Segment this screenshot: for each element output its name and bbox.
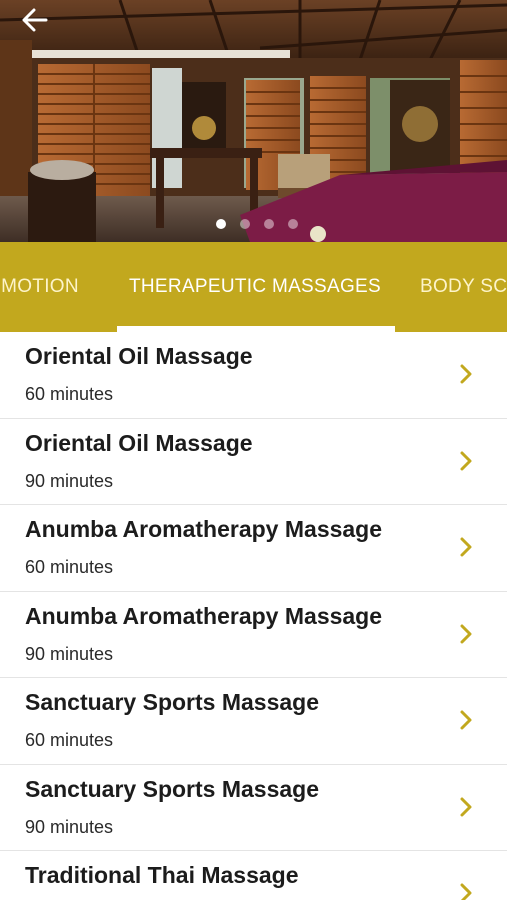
tab-therapeutic-massages[interactable]: THERAPEUTIC MASSAGES	[129, 242, 381, 332]
treatment-row[interactable]: Anumba Aromatherapy Massage 90 minutes	[0, 592, 507, 678]
carousel-dot[interactable]	[263, 219, 274, 229]
spa-room-photo	[0, 0, 507, 242]
back-button[interactable]	[22, 8, 58, 44]
carousel-dot[interactable]	[239, 219, 250, 229]
treatment-name: Oriental Oil Massage	[25, 429, 253, 456]
hero-image	[0, 0, 507, 242]
chevron-right-icon	[460, 364, 472, 384]
treatment-row[interactable]: Oriental Oil Massage 60 minutes	[0, 332, 507, 419]
treatment-duration: 60 minutes	[25, 384, 114, 404]
chevron-right-icon	[460, 710, 472, 730]
chevron-right-icon	[460, 883, 472, 900]
treatment-name: Sanctuary Sports Massage	[25, 689, 320, 715]
chevron-right-icon	[460, 797, 472, 816]
category-tab-bar: OMOTION THERAPEUTIC MASSAGES BODY SC	[0, 242, 507, 332]
treatment-duration: 60 minutes	[25, 557, 114, 577]
treatment-name: Sanctuary Sports Massage	[25, 775, 320, 802]
carousel-page-indicator	[0, 219, 507, 229]
treatment-duration: 90 minutes	[25, 816, 114, 837]
tab-promotion[interactable]: OMOTION	[0, 242, 79, 332]
carousel-dot[interactable]	[287, 219, 298, 229]
treatment-name: Anumba Aromatherapy Massage	[25, 516, 383, 542]
treatment-row[interactable]: Sanctuary Sports Massage 60 minutes	[0, 678, 507, 765]
chevron-right-icon	[460, 537, 472, 557]
treatment-row[interactable]: Oriental Oil Massage 90 minutes	[0, 419, 507, 505]
treatment-row[interactable]: Traditional Thai Massage	[0, 851, 507, 900]
treatment-row[interactable]: Sanctuary Sports Massage 90 minutes	[0, 765, 507, 851]
treatment-list: Oriental Oil Massage 60 minutes Oriental…	[0, 332, 507, 900]
treatment-name: Traditional Thai Massage	[25, 862, 299, 888]
treatment-name: Oriental Oil Massage	[25, 343, 253, 369]
tab-body-scrubs[interactable]: BODY SC	[420, 242, 507, 332]
treatment-duration: 90 minutes	[25, 470, 114, 491]
chevron-right-icon	[460, 624, 472, 643]
treatment-duration: 90 minutes	[25, 643, 114, 664]
treatment-row[interactable]: Anumba Aromatherapy Massage 60 minutes	[0, 505, 507, 592]
treatment-name: Anumba Aromatherapy Massage	[25, 602, 383, 629]
arrow-left-icon	[22, 8, 48, 32]
treatment-duration: 60 minutes	[25, 730, 114, 750]
carousel-dot[interactable]	[215, 219, 226, 229]
chevron-right-icon	[460, 451, 472, 470]
